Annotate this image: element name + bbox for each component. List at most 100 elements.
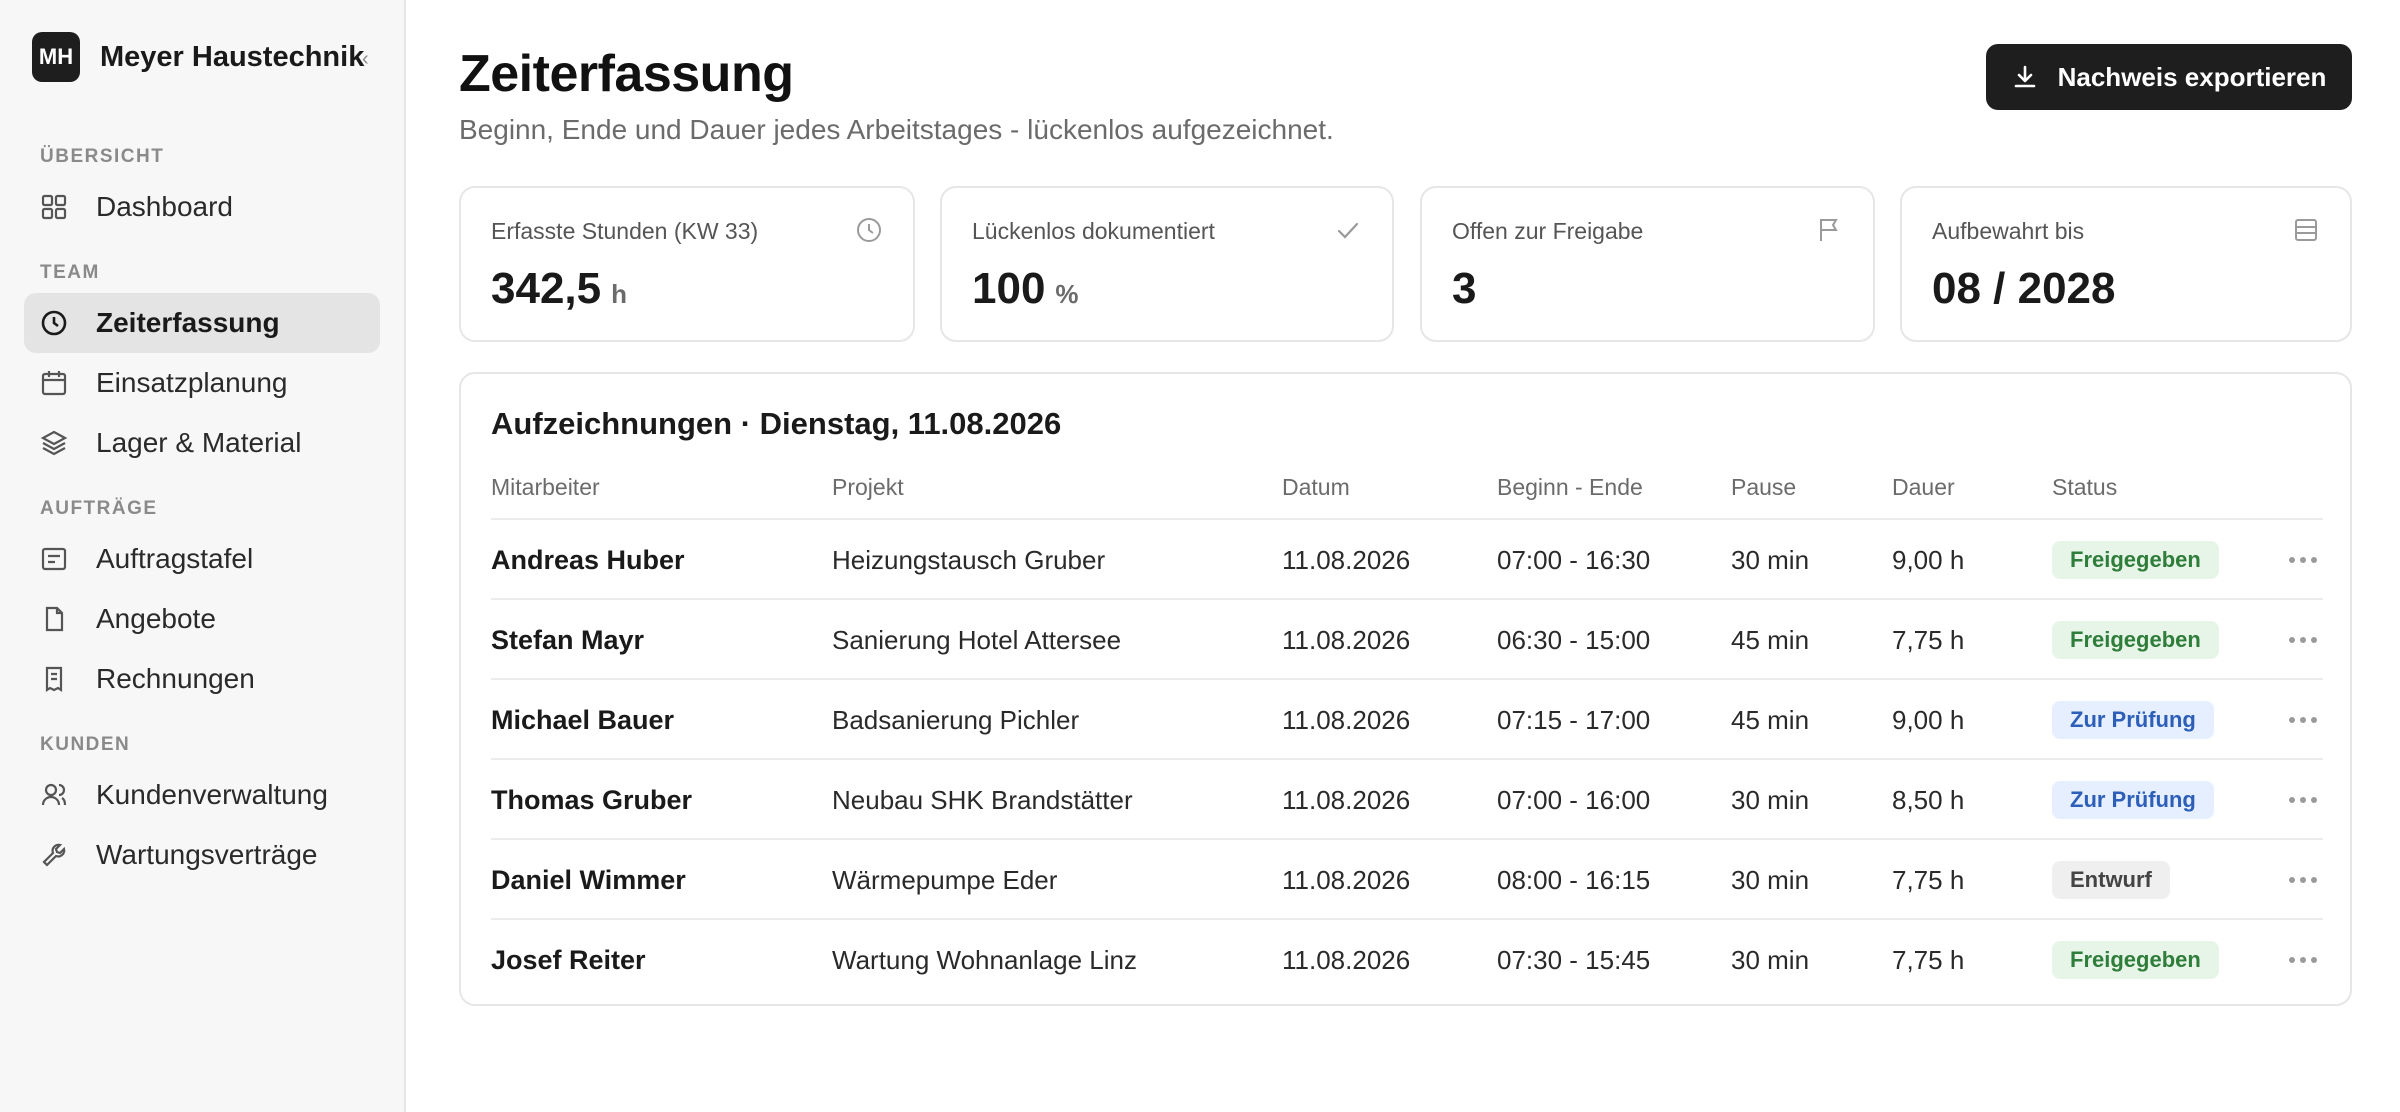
- more-options-icon[interactable]: [2283, 600, 2323, 680]
- stat-card-retained-until: Aufbewahrt bis 08 / 2028: [1900, 186, 2352, 342]
- sidebar-item-rechnungen[interactable]: Rechnungen: [24, 649, 380, 709]
- cell-time-range: 07:00 - 16:00: [1497, 784, 1651, 815]
- cell-pause: 30 min: [1731, 944, 1810, 975]
- column-header-beginn-ende: Beginn - Ende: [1497, 474, 1643, 500]
- cell-project: Neubau SHK Brandstätter: [832, 784, 1133, 815]
- status-badge: Freigegeben: [2052, 541, 2219, 579]
- status-badge: Freigegeben: [2052, 621, 2219, 659]
- stat-card-hours: Erfasste Stunden (KW 33) 342,5 h: [459, 186, 915, 342]
- page-subtitle: Beginn, Ende und Dauer jedes Arbeitstage…: [459, 114, 1334, 145]
- receipt-icon: [40, 665, 68, 693]
- cell-status: Zur Prüfung: [2052, 680, 2214, 760]
- stat-value: 3: [1452, 264, 1476, 314]
- cell-date: 11.08.2026: [1282, 944, 1411, 975]
- stat-number: 342,5: [491, 264, 602, 313]
- cell-project: Wärmepumpe Eder: [832, 864, 1058, 895]
- cell-status: Freigegeben: [2052, 600, 2219, 680]
- grid-icon: [40, 193, 68, 221]
- cell-pause: 30 min: [1731, 784, 1810, 815]
- cell-date: 11.08.2026: [1282, 544, 1411, 575]
- clock-icon: [40, 309, 68, 337]
- table-row[interactable]: Daniel Wimmer Wärmepumpe Eder 11.08.2026…: [491, 838, 2323, 918]
- cell-pause: 45 min: [1731, 624, 1810, 655]
- section-label-auftraege: AUFTRÄGE: [40, 498, 158, 519]
- sidebar-item-label: Auftragstafel: [96, 543, 254, 574]
- sidebar-item-label: Angebote: [96, 603, 216, 634]
- cell-project: Badsanierung Pichler: [832, 704, 1080, 735]
- status-badge: Freigegeben: [2052, 941, 2219, 979]
- clock-icon: [855, 216, 883, 249]
- section-label-uebersicht: ÜBERSICHT: [40, 146, 165, 167]
- cell-duration: 7,75 h: [1892, 944, 1965, 975]
- board-icon: [40, 545, 68, 573]
- cell-project: Wartung Wohnanlage Linz: [832, 944, 1137, 975]
- table-row[interactable]: Michael Bauer Badsanierung Pichler 11.08…: [491, 678, 2323, 758]
- sidebar-item-label: Dashboard: [96, 191, 233, 222]
- cell-employee: Stefan Mayr: [491, 624, 645, 655]
- cell-status: Entwurf: [2052, 840, 2170, 920]
- cell-employee: Thomas Gruber: [491, 784, 693, 815]
- brand[interactable]: MH Meyer Haustechnik: [32, 32, 364, 82]
- table-row[interactable]: Stefan Mayr Sanierung Hotel Attersee 11.…: [491, 598, 2323, 678]
- sidebar-item-einsatzplanung[interactable]: Einsatzplanung: [24, 353, 380, 413]
- more-options-icon[interactable]: [2283, 840, 2323, 920]
- sidebar-item-dashboard[interactable]: Dashboard: [24, 177, 380, 237]
- cell-time-range: 07:00 - 16:30: [1497, 544, 1651, 575]
- section-label-team: TEAM: [40, 262, 100, 283]
- sidebar-item-auftragstafel[interactable]: Auftragstafel: [24, 529, 380, 589]
- stat-label: Offen zur Freigabe: [1452, 218, 1644, 244]
- cell-status: Freigegeben: [2052, 920, 2219, 1000]
- cell-employee: Daniel Wimmer: [491, 864, 686, 895]
- cell-date: 11.08.2026: [1282, 784, 1411, 815]
- table-row[interactable]: Josef Reiter Wartung Wohnanlage Linz 11.…: [491, 918, 2323, 998]
- column-header-dauer: Dauer: [1892, 474, 1955, 500]
- sidebar-item-label: Wartungsverträge: [96, 839, 318, 870]
- cell-status: Freigegeben: [2052, 520, 2219, 600]
- more-options-icon[interactable]: [2283, 760, 2323, 840]
- sidebar-item-kundenverwaltung[interactable]: Kundenverwaltung: [24, 765, 380, 825]
- stat-value: 08 / 2028: [1932, 264, 2116, 314]
- sidebar-item-label: Zeiterfassung: [96, 307, 280, 338]
- cell-duration: 7,75 h: [1892, 864, 1965, 895]
- status-badge: Zur Prüfung: [2052, 781, 2214, 819]
- cell-time-range: 06:30 - 15:00: [1497, 624, 1651, 655]
- cell-project: Sanierung Hotel Attersee: [832, 624, 1122, 655]
- section-label-kunden: KUNDEN: [40, 734, 131, 755]
- stat-value: 342,5 h: [491, 264, 627, 314]
- stat-card-documented: Lückenlos dokumentiert 100%: [940, 186, 1394, 342]
- sidebar-item-zeiterfassung[interactable]: Zeiterfassung: [24, 293, 380, 353]
- cell-duration: 9,00 h: [1892, 704, 1965, 735]
- more-options-icon[interactable]: [2283, 680, 2323, 760]
- stat-label: Aufbewahrt bis: [1932, 218, 2085, 244]
- column-header-mitarbeiter: Mitarbeiter: [491, 474, 600, 500]
- stat-card-open-approval: Offen zur Freigabe 3: [1420, 186, 1875, 342]
- sidebar-item-angebote[interactable]: Angebote: [24, 589, 380, 649]
- export-button[interactable]: Nachweis exportieren: [1986, 44, 2352, 110]
- sidebar: MH Meyer Haustechnik ‹ ÜBERSICHT Dashboa…: [0, 0, 406, 1112]
- cell-pause: 45 min: [1731, 704, 1810, 735]
- flag-icon: [1815, 216, 1843, 249]
- sidebar-item-label: Rechnungen: [96, 663, 255, 694]
- stat-unit: %: [1055, 279, 1079, 309]
- cell-duration: 8,50 h: [1892, 784, 1965, 815]
- sidebar-item-label: Einsatzplanung: [96, 367, 288, 398]
- cell-project: Heizungstausch Gruber: [832, 544, 1106, 575]
- more-options-icon[interactable]: [2283, 520, 2323, 600]
- calendar-icon: [40, 369, 68, 397]
- table-row[interactable]: Andreas Huber Heizungstausch Gruber 11.0…: [491, 518, 2323, 598]
- column-header-status: Status: [2052, 474, 2118, 500]
- collapse-sidebar-icon[interactable]: ‹: [362, 48, 369, 71]
- sidebar-item-lager-material[interactable]: Lager & Material: [24, 413, 380, 473]
- table-row[interactable]: Thomas Gruber Neubau SHK Brandstätter 11…: [491, 758, 2323, 838]
- layers-icon: [40, 429, 68, 457]
- stat-number: 3: [1452, 264, 1477, 313]
- cell-duration: 7,75 h: [1892, 624, 1965, 655]
- more-options-icon[interactable]: [2283, 920, 2323, 1000]
- sidebar-item-label: Lager & Material: [96, 427, 302, 458]
- download-icon: [2012, 64, 2038, 90]
- sidebar-item-wartungsvertraege[interactable]: Wartungsverträge: [24, 825, 380, 885]
- page-title: Zeiterfassung: [459, 45, 794, 103]
- cell-time-range: 07:30 - 15:45: [1497, 944, 1651, 975]
- export-button-label: Nachweis exportieren: [2057, 61, 2327, 92]
- cell-status: Zur Prüfung: [2052, 760, 2214, 840]
